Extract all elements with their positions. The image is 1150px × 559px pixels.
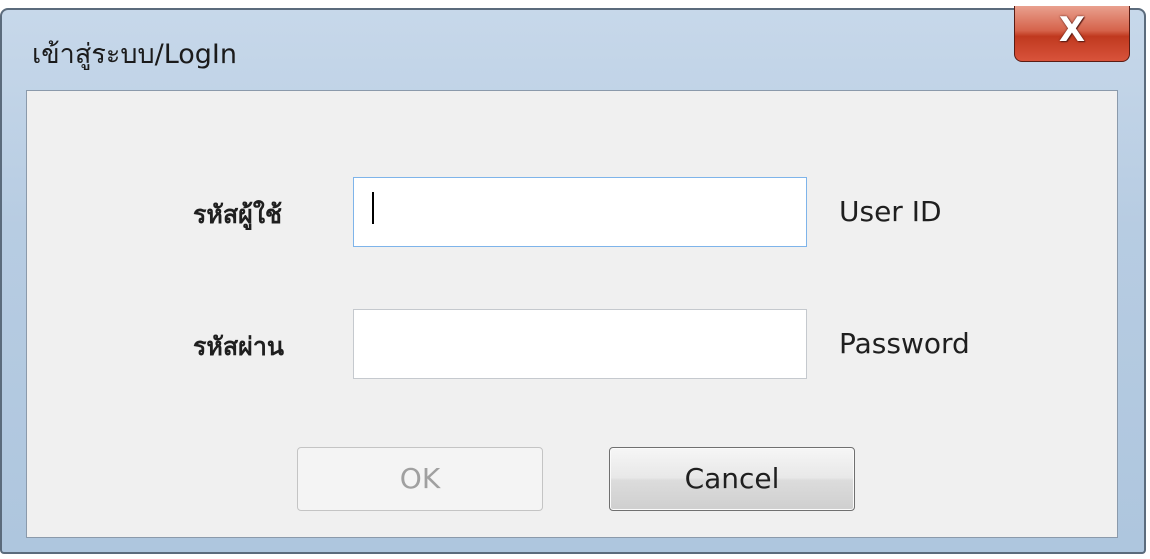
password-label-thai: รหัสผ่าน — [193, 332, 284, 361]
ok-button[interactable]: OK — [297, 447, 543, 511]
user-id-label-english: User ID — [839, 195, 942, 228]
close-button[interactable]: X — [1014, 6, 1130, 62]
cancel-button[interactable]: Cancel — [609, 447, 855, 511]
title-bar[interactable]: เข้าสู่ระบบ/LogIn X — [2, 6, 1144, 90]
text-caret — [372, 192, 374, 224]
password-input[interactable] — [353, 309, 807, 379]
dialog-body: รหัสผู้ใช้ User ID รหัสผ่าน Password OK … — [26, 90, 1118, 538]
window-title: เข้าสู่ระบบ/LogIn — [32, 39, 238, 70]
user-id-input[interactable] — [353, 177, 807, 247]
login-dialog: เข้าสู่ระบบ/LogIn X รหัสผู้ใช้ User ID ร… — [0, 6, 1146, 554]
password-label-english: Password — [839, 327, 970, 360]
user-id-label-thai: รหัสผู้ใช้ — [193, 200, 282, 229]
close-icon: X — [1058, 10, 1086, 50]
